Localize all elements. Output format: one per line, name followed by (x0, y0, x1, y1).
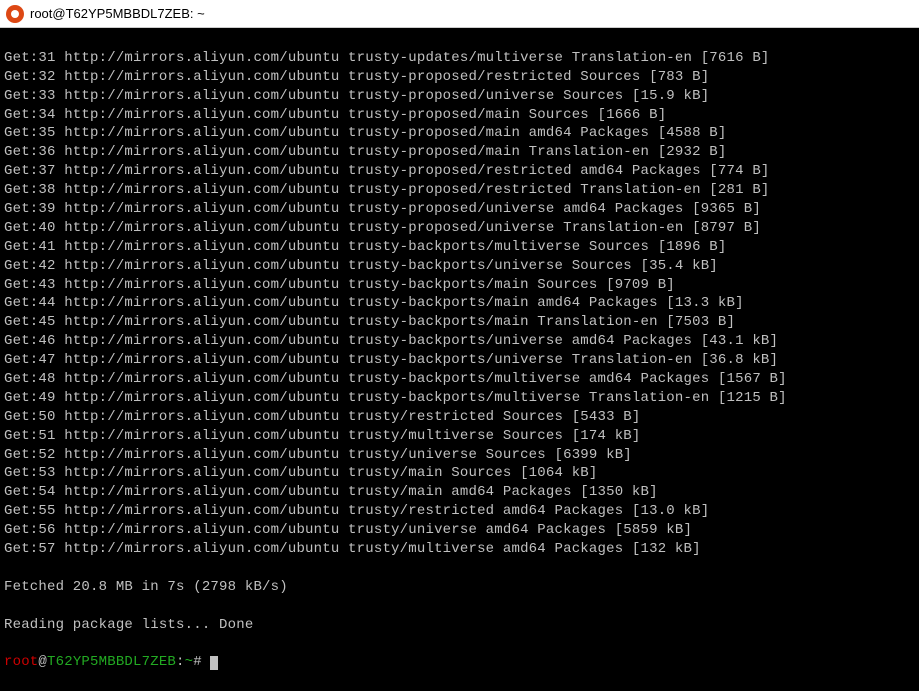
apt-get-line: Get:46 http://mirrors.aliyun.com/ubuntu … (4, 332, 915, 351)
apt-get-line: Get:51 http://mirrors.aliyun.com/ubuntu … (4, 427, 915, 446)
apt-get-line: Get:44 http://mirrors.aliyun.com/ubuntu … (4, 294, 915, 313)
apt-get-line: Get:41 http://mirrors.aliyun.com/ubuntu … (4, 238, 915, 257)
apt-get-line: Get:33 http://mirrors.aliyun.com/ubuntu … (4, 87, 915, 106)
apt-get-line: Get:54 http://mirrors.aliyun.com/ubuntu … (4, 483, 915, 502)
prompt-hash: # (193, 654, 210, 670)
apt-get-line: Get:47 http://mirrors.aliyun.com/ubuntu … (4, 351, 915, 370)
apt-get-line: Get:50 http://mirrors.aliyun.com/ubuntu … (4, 408, 915, 427)
apt-get-line: Get:39 http://mirrors.aliyun.com/ubuntu … (4, 200, 915, 219)
prompt-host: T62YP5MBBDL7ZEB (47, 654, 176, 670)
apt-get-line: Get:40 http://mirrors.aliyun.com/ubuntu … (4, 219, 915, 238)
apt-get-line: Get:32 http://mirrors.aliyun.com/ubuntu … (4, 68, 915, 87)
apt-get-line: Get:36 http://mirrors.aliyun.com/ubuntu … (4, 143, 915, 162)
apt-get-line: Get:45 http://mirrors.aliyun.com/ubuntu … (4, 313, 915, 332)
terminal-cursor (210, 656, 218, 670)
apt-get-line: Get:43 http://mirrors.aliyun.com/ubuntu … (4, 276, 915, 295)
apt-get-line: Get:31 http://mirrors.aliyun.com/ubuntu … (4, 49, 915, 68)
window-title: root@T62YP5MBBDL7ZEB: ~ (30, 6, 205, 21)
apt-get-line: Get:34 http://mirrors.aliyun.com/ubuntu … (4, 106, 915, 125)
prompt-colon: : (176, 654, 185, 670)
apt-get-line: Get:55 http://mirrors.aliyun.com/ubuntu … (4, 502, 915, 521)
apt-get-line: Get:42 http://mirrors.aliyun.com/ubuntu … (4, 257, 915, 276)
reading-lists: Reading package lists... Done (4, 616, 915, 635)
prompt-user: root (4, 654, 38, 670)
apt-get-line: Get:56 http://mirrors.aliyun.com/ubuntu … (4, 521, 915, 540)
shell-prompt[interactable]: root@T62YP5MBBDL7ZEB:~# (4, 653, 915, 672)
apt-get-line: Get:52 http://mirrors.aliyun.com/ubuntu … (4, 446, 915, 465)
apt-get-line: Get:48 http://mirrors.aliyun.com/ubuntu … (4, 370, 915, 389)
apt-get-line: Get:49 http://mirrors.aliyun.com/ubuntu … (4, 389, 915, 408)
terminal-output[interactable]: Get:31 http://mirrors.aliyun.com/ubuntu … (0, 28, 919, 691)
fetched-summary: Fetched 20.8 MB in 7s (2798 kB/s) (4, 578, 915, 597)
apt-get-line: Get:35 http://mirrors.aliyun.com/ubuntu … (4, 124, 915, 143)
prompt-at: @ (38, 654, 47, 670)
apt-get-line: Get:37 http://mirrors.aliyun.com/ubuntu … (4, 162, 915, 181)
apt-get-line: Get:53 http://mirrors.aliyun.com/ubuntu … (4, 464, 915, 483)
apt-get-line: Get:57 http://mirrors.aliyun.com/ubuntu … (4, 540, 915, 559)
prompt-path: ~ (185, 654, 194, 670)
ubuntu-logo-icon (6, 5, 24, 23)
window-titlebar: root@T62YP5MBBDL7ZEB: ~ (0, 0, 919, 28)
apt-get-line: Get:38 http://mirrors.aliyun.com/ubuntu … (4, 181, 915, 200)
apt-get-lines: Get:31 http://mirrors.aliyun.com/ubuntu … (4, 49, 915, 559)
